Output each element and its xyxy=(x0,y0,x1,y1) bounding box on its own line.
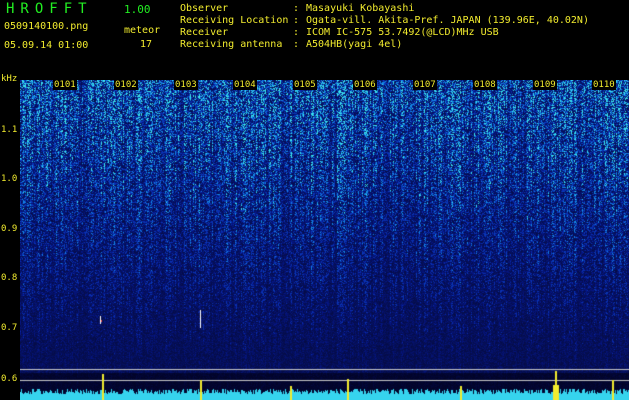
y-tick-label: 0.7 xyxy=(1,323,18,333)
meteor-label: meteor xyxy=(124,25,161,36)
receiver-separator: : xyxy=(293,27,300,38)
x-tick-label: 0102 xyxy=(114,80,138,90)
observer-label: Observer xyxy=(180,3,229,14)
x-tick-label: 0109 xyxy=(533,80,557,90)
x-tick-label: 0110 xyxy=(592,80,616,90)
antenna-label: Receiving antenna xyxy=(180,39,283,50)
date-time: 05.09.14 01:00 xyxy=(4,40,89,51)
antenna-separator: : xyxy=(293,39,300,50)
receiver-value: ICOM IC-575 53.7492(@LCD)MHz USB xyxy=(306,27,499,38)
y-tick-label: 0.9 xyxy=(1,224,18,234)
antenna-value: A504HB(yagi 4el) xyxy=(306,39,403,50)
location-label: Receiving Location xyxy=(180,15,289,26)
app-version: 1.00 xyxy=(124,3,151,16)
app-logo: HROFFT xyxy=(6,1,93,17)
y-tick-label: 0.8 xyxy=(1,273,18,283)
observer-separator: : xyxy=(293,3,300,14)
receiver-label: Receiver xyxy=(180,27,229,38)
x-tick-label: 0105 xyxy=(293,80,317,90)
x-tick-label: 0103 xyxy=(174,80,198,90)
y-tick-label: 1.0 xyxy=(1,174,18,184)
y-tick-label: 1.1 xyxy=(1,125,18,135)
location-separator: : xyxy=(293,15,300,26)
x-tick-label: 0101 xyxy=(53,80,77,90)
x-tick-label: 0107 xyxy=(413,80,437,90)
x-tick-label: 0104 xyxy=(233,80,257,90)
location-value: Ogata-vill. Akita-Pref. JAPAN (139.96E, … xyxy=(306,15,589,26)
file-name: 0509140100.png xyxy=(4,21,89,32)
x-tick-label: 0106 xyxy=(353,80,377,90)
header-panel: HROFFT 1.00 0509140100.png meteor 17 05.… xyxy=(0,0,629,80)
x-tick-label: 0108 xyxy=(473,80,497,90)
y-axis-unit: kHz xyxy=(1,74,18,84)
meteor-count: 17 xyxy=(140,39,153,50)
observer-value: Masayuki Kobayashi xyxy=(306,3,415,14)
y-tick-label: 0.6 xyxy=(1,374,18,384)
spectrogram xyxy=(20,80,629,400)
